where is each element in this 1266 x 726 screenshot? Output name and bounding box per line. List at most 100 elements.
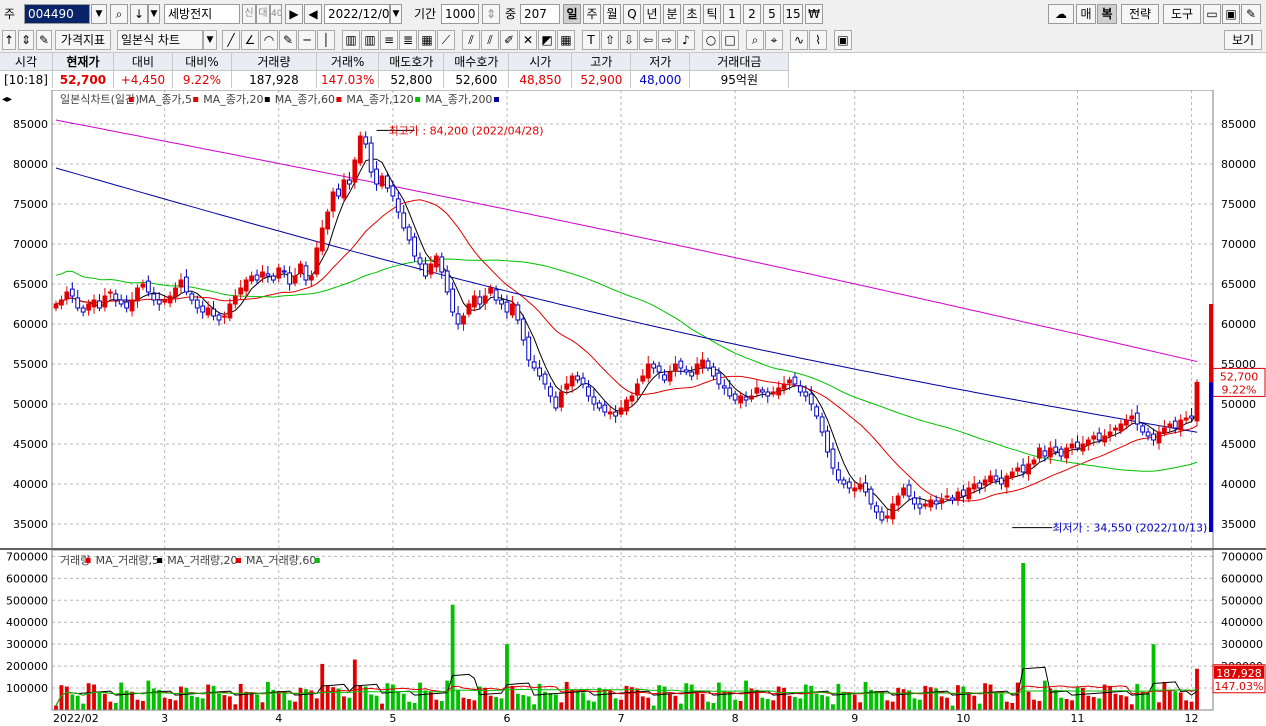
volume-bar bbox=[847, 693, 852, 710]
buy-button[interactable]: 매 bbox=[1076, 4, 1096, 24]
left-tool-icon[interactable]: ⇦ bbox=[639, 30, 657, 50]
search-icon[interactable]: ⌕ bbox=[110, 4, 128, 24]
stock-chart[interactable]: 35000 35000 40000 40000 45000 45000 50000 50000… bbox=[0, 90, 1266, 726]
period-input[interactable]: 1000 bbox=[441, 4, 479, 24]
stock-code-dropdown-icon[interactable]: ▼ bbox=[91, 4, 107, 24]
volume-bar bbox=[195, 697, 200, 710]
grid-tool-icon[interactable]: ▥ bbox=[342, 30, 360, 50]
right-tool-icon[interactable]: ⇨ bbox=[658, 30, 676, 50]
volume-bar bbox=[602, 689, 607, 710]
candle-body bbox=[591, 396, 597, 405]
grid2-tool-icon[interactable]: ▥ bbox=[361, 30, 379, 50]
view-button[interactable]: 보기 bbox=[1224, 30, 1262, 50]
volume-bar bbox=[831, 704, 835, 710]
table-tool-icon[interactable]: ▦ bbox=[557, 30, 575, 50]
volume-bar bbox=[217, 693, 221, 710]
wrench-icon[interactable]: ✎ bbox=[1241, 4, 1261, 24]
candle-body bbox=[1042, 450, 1048, 457]
arc-tool-icon[interactable]: ◠ bbox=[260, 30, 278, 50]
down-tool-icon[interactable]: ⇩ bbox=[620, 30, 638, 50]
interval-button[interactable]: 년 bbox=[643, 4, 661, 24]
candle-body bbox=[1080, 443, 1086, 452]
hline-tool-icon[interactable]: ─ bbox=[298, 30, 316, 50]
chart-type-dropdown-icon[interactable]: ▼ bbox=[203, 30, 217, 50]
strategy-button[interactable]: 전략 bbox=[1121, 4, 1159, 24]
edit-icon[interactable]: ✎ bbox=[36, 30, 52, 50]
vline-tool-icon[interactable]: │ bbox=[317, 30, 335, 50]
next-arrow-icon[interactable]: ▶ bbox=[285, 4, 303, 24]
sort-dropdown-icon[interactable]: ▼ bbox=[148, 4, 160, 24]
stock-code-input[interactable]: 004490 bbox=[24, 4, 90, 24]
folder-icon[interactable]: ▭ bbox=[1203, 4, 1221, 24]
volume-bar bbox=[428, 691, 433, 710]
volume-legend-swatch bbox=[314, 558, 320, 563]
parallel-tool-icon[interactable]: ⫽ bbox=[462, 30, 480, 50]
prev-arrow-icon[interactable]: ◀ bbox=[304, 4, 322, 24]
angle-tool-icon[interactable]: ∠ bbox=[241, 30, 259, 50]
candle-body bbox=[385, 175, 390, 189]
volume-bar bbox=[380, 703, 384, 710]
interval-button[interactable]: 1 bbox=[723, 4, 741, 24]
interval-button[interactable]: 일 bbox=[563, 4, 581, 24]
copy-button[interactable]: 복 bbox=[1097, 4, 1117, 24]
interval-button[interactable]: ₩ bbox=[805, 4, 823, 24]
fill-tool-icon[interactable]: ◩ bbox=[538, 30, 556, 50]
volume-bar bbox=[1004, 701, 1009, 710]
select-tool-icon[interactable]: ⌖ bbox=[765, 30, 783, 50]
save-icon[interactable]: ▣ bbox=[1222, 4, 1240, 24]
tools-button[interactable]: 도구 bbox=[1163, 4, 1201, 24]
candle-body bbox=[471, 295, 477, 308]
interval-button[interactable]: 5 bbox=[763, 4, 781, 24]
channel-tool-icon[interactable]: ⫽ bbox=[481, 30, 499, 50]
date-dropdown-icon[interactable]: ▼ bbox=[390, 4, 402, 24]
interval-button[interactable]: 주 bbox=[583, 4, 601, 24]
volume-bar bbox=[803, 684, 808, 710]
cloud-icon[interactable]: ☁ bbox=[1048, 4, 1074, 24]
swap-icon[interactable]: ⇕ bbox=[18, 30, 34, 50]
pen-tool-icon[interactable]: ✎ bbox=[279, 30, 297, 50]
sort-icon[interactable]: ↓ bbox=[130, 4, 148, 24]
note-tool-icon[interactable]: ♪ bbox=[677, 30, 695, 50]
rect-tool-icon[interactable]: □ bbox=[721, 30, 739, 50]
volume-bar bbox=[879, 692, 884, 710]
volume-bar bbox=[1135, 683, 1140, 710]
wave2-tool-icon[interactable]: ⌇ bbox=[809, 30, 827, 50]
candle-body bbox=[678, 360, 684, 369]
volume-bar bbox=[1026, 691, 1031, 710]
interval-button[interactable]: 15 bbox=[783, 4, 803, 24]
erase-tool-icon[interactable]: ✕ bbox=[519, 30, 537, 50]
interval-button[interactable]: 초 bbox=[683, 4, 701, 24]
wave-tool-icon[interactable]: ∿ bbox=[790, 30, 808, 50]
circle-tool-icon[interactable]: ○ bbox=[702, 30, 720, 50]
date-input[interactable]: 2022/12/02 bbox=[324, 4, 390, 24]
line-tool-icon[interactable]: ╱ bbox=[222, 30, 240, 50]
volume-bar bbox=[776, 686, 781, 710]
image-tool-icon[interactable]: ▣ bbox=[834, 30, 852, 50]
interval-button[interactable]: Q bbox=[623, 4, 641, 24]
indicator-select[interactable]: 가격지표 bbox=[55, 30, 111, 50]
fib-tool-icon[interactable]: ≡ bbox=[380, 30, 398, 50]
stock-name-field[interactable]: 세방전지 bbox=[164, 4, 240, 24]
trend-tool-icon[interactable]: ⟋ bbox=[437, 30, 455, 50]
lending-badge: 대 bbox=[256, 4, 270, 24]
interval-button[interactable]: 틱 bbox=[703, 4, 721, 24]
interval-button[interactable]: 월 bbox=[603, 4, 621, 24]
volume-bar bbox=[564, 681, 569, 710]
gann-tool-icon[interactable]: ▦ bbox=[418, 30, 436, 50]
text-tool-icon[interactable]: T bbox=[582, 30, 600, 50]
spin-icon[interactable]: ⇕ bbox=[482, 4, 500, 24]
volume-bar bbox=[1042, 680, 1047, 710]
candle-body bbox=[281, 270, 287, 273]
candle-body bbox=[797, 385, 803, 393]
up-arrow-icon[interactable]: ↑ bbox=[2, 30, 16, 50]
chart-type-select[interactable]: 일본식 차트 bbox=[117, 30, 203, 50]
count-input[interactable]: 207 bbox=[520, 4, 560, 24]
fan-tool-icon[interactable]: ≣ bbox=[399, 30, 417, 50]
interval-button[interactable]: 2 bbox=[743, 4, 761, 24]
interval-button[interactable]: 분 bbox=[663, 4, 681, 24]
up-tool-icon[interactable]: ⇧ bbox=[601, 30, 619, 50]
volume-bar bbox=[836, 683, 841, 710]
volume-legend-swatch bbox=[236, 558, 241, 563]
brush-tool-icon[interactable]: ✐ bbox=[500, 30, 518, 50]
zoom-tool-icon[interactable]: ⌕ bbox=[746, 30, 764, 50]
